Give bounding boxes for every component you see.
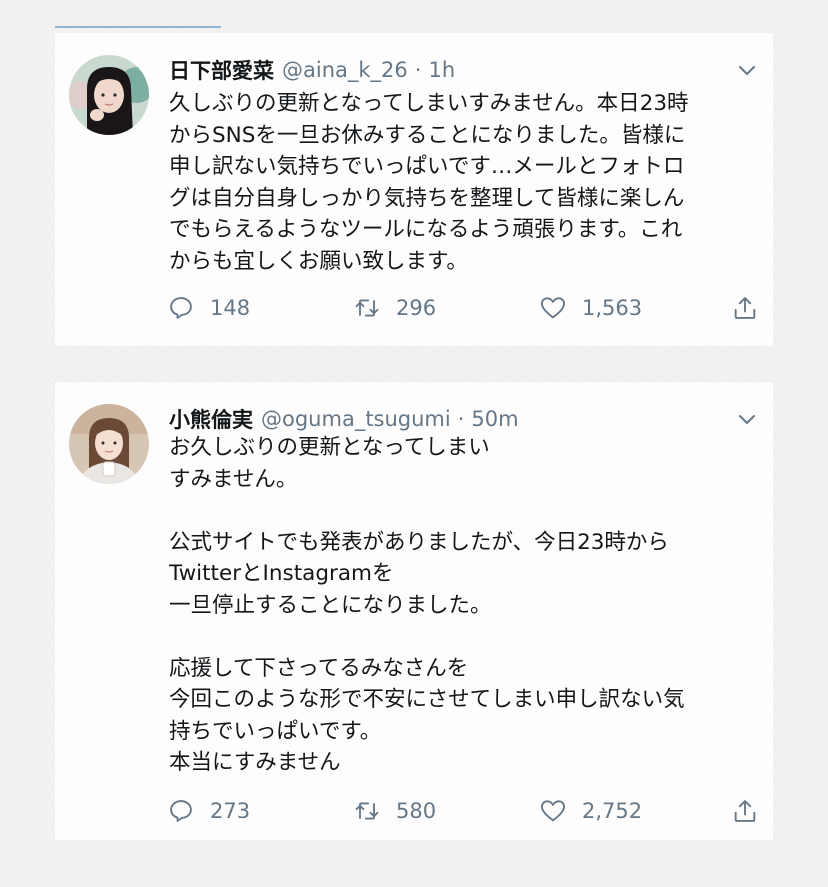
chevron-down-icon[interactable] (735, 58, 759, 82)
tweet-line: 今回このような形で不安にさせてしまい申し訳ない気 (169, 687, 685, 712)
page: 日下部愛菜 @aina_k_26 · 1h 久しぶりの更新となってしまいすみませ… (0, 0, 828, 887)
separator: · (457, 407, 465, 431)
tweet-line: 本当にすみません (169, 750, 341, 775)
tweet-line: 久しぶりの更新となってしまいすみません。本日23時 (169, 91, 689, 116)
tweet-line: 公式サイトでも発表がありましたが、今日23時から (169, 529, 669, 555)
user-handle[interactable]: @oguma_tsugumi (261, 407, 451, 431)
like-button[interactable]: 1,563 (539, 291, 642, 325)
retweet-icon (353, 294, 381, 322)
tweet-header: 小熊倫実 @oguma_tsugumi · 50m (169, 404, 759, 434)
tweet-line: 持ちでいっぱいです。 (169, 718, 382, 744)
tweet-header: 日下部愛菜 @aina_k_26 · 1h (169, 55, 759, 85)
avatar[interactable] (69, 55, 149, 135)
retweet-count: 296 (396, 296, 437, 320)
retweet-button[interactable]: 296 (353, 291, 436, 325)
reply-button[interactable]: 148 (167, 291, 250, 325)
reply-button[interactable]: 273 (167, 794, 250, 828)
user-handle[interactable]: @aina_k_26 (282, 58, 408, 82)
tweet-line: TwitterとInstagramを (169, 561, 394, 586)
retweet-button[interactable]: 580 (353, 794, 436, 828)
tweet-actions: 273 580 2,752 (167, 794, 759, 828)
avatar[interactable] (69, 404, 149, 484)
tweet-line: すみません。 (169, 466, 298, 492)
tweet-line: グは自分自身しっかり気持ちを整理して皆様に楽しん (169, 185, 685, 211)
display-name[interactable]: 日下部愛菜 (169, 55, 274, 85)
display-name[interactable]: 小熊倫実 (169, 404, 253, 434)
like-count: 2,752 (582, 799, 643, 823)
tweet-line: でもらえるようなツールになるよう頑張ります。これ (169, 217, 683, 242)
reply-icon (167, 294, 195, 322)
heart-icon (539, 294, 567, 322)
tweet-card[interactable]: 小熊倫実 @oguma_tsugumi · 50m お久しぶりの更新となってしま… (55, 382, 773, 840)
tweet-line: 応援して下さってるみなさんを (169, 655, 469, 681)
share-icon (731, 797, 759, 825)
heart-icon (539, 797, 567, 825)
share-icon (731, 294, 759, 322)
tweet-actions: 148 296 1,563 (167, 291, 759, 325)
tweet-line: 申し訳ない気持ちでいっぱいです…メールとフォトロ (169, 154, 685, 179)
tweet-text: お久しぶりの更新となってしまい すみません。 公式サイトでも発表がありましたが、… (169, 432, 753, 779)
chevron-down-icon[interactable] (735, 407, 759, 431)
retweet-count: 580 (396, 799, 437, 823)
reply-count: 148 (210, 296, 251, 320)
timestamp[interactable]: 50m (471, 407, 518, 431)
separator: · (414, 58, 422, 82)
tweet-line: からも宜しくお願い致します。 (169, 248, 468, 274)
tweet-line: 一旦停止することになりました。 (169, 592, 492, 618)
reply-icon (167, 797, 195, 825)
tweet-line: お久しぶりの更新となってしまい (169, 435, 490, 460)
share-button[interactable] (731, 794, 759, 828)
like-button[interactable]: 2,752 (539, 794, 642, 828)
tweet-card[interactable]: 日下部愛菜 @aina_k_26 · 1h 久しぶりの更新となってしまいすみませ… (55, 33, 773, 346)
top-divider (55, 26, 221, 28)
reply-count: 273 (210, 799, 251, 823)
timestamp[interactable]: 1h (428, 58, 455, 82)
share-button[interactable] (731, 291, 759, 325)
like-count: 1,563 (582, 296, 643, 320)
tweet-line: からSNSを一旦お休みすることになりました。皆様に (169, 122, 686, 148)
tweet-text: 久しぶりの更新となってしまいすみません。本日23時 からSNSを一旦お休みするこ… (169, 88, 753, 277)
retweet-icon (353, 797, 381, 825)
